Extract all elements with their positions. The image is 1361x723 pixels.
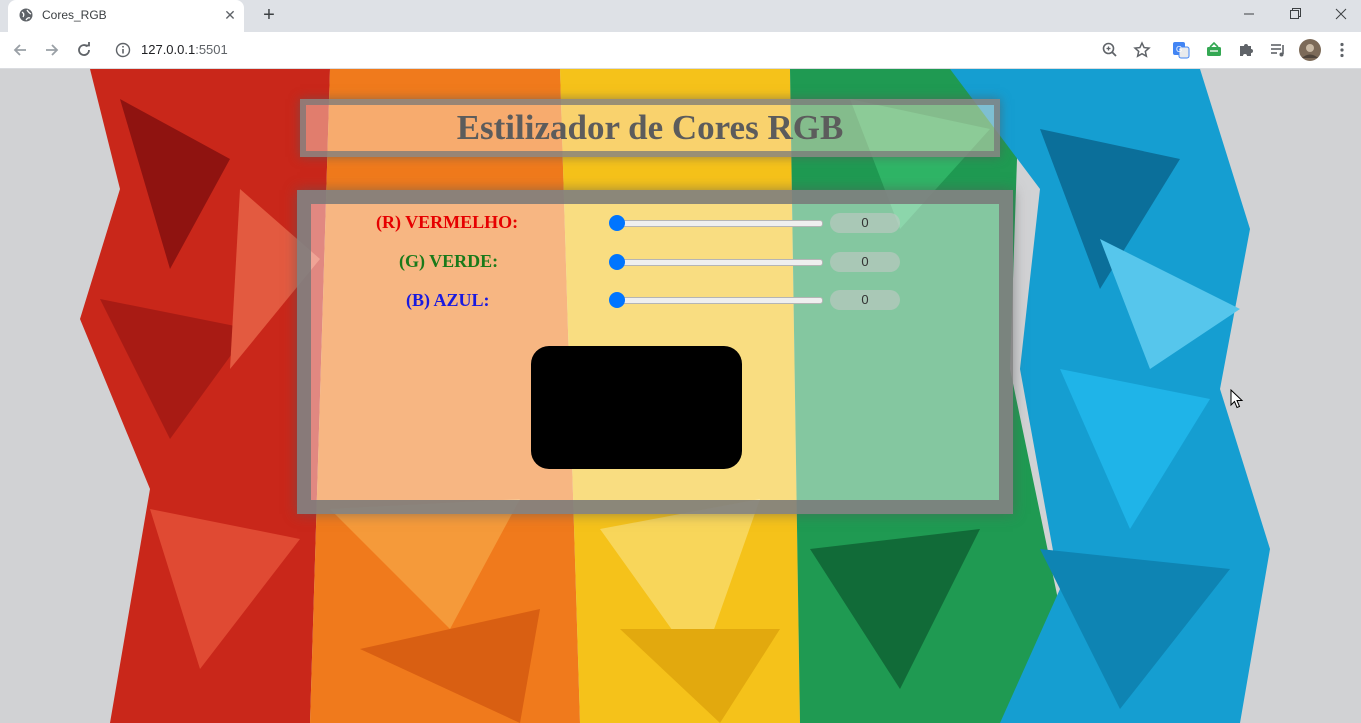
address-bar[interactable]: 127.0.0.1:5501 (104, 36, 1084, 64)
page-viewport: Estilizador de Cores RGB (R) VERMELHO: 0… (0, 69, 1361, 723)
blue-label: (B) AZUL: (406, 290, 490, 310)
avatar[interactable] (1299, 39, 1321, 61)
blue-slider[interactable] (609, 290, 823, 310)
blue-slider-track[interactable] (617, 297, 823, 304)
menu-icon[interactable] (1332, 40, 1352, 60)
red-value: 0 (830, 213, 900, 233)
browser-tab[interactable]: Cores_RGB ✕ (8, 0, 244, 32)
green-slider[interactable] (609, 252, 823, 272)
info-icon[interactable] (115, 42, 131, 58)
color-control-panel: (R) VERMELHO: 0 (G) VERDE: 0 (B) AZUL: 0 (297, 190, 1013, 514)
mouse-cursor-icon (1230, 389, 1244, 409)
green-value: 0 (830, 252, 900, 272)
reload-icon[interactable] (74, 40, 94, 60)
green-slider-thumb[interactable] (609, 254, 625, 270)
svg-text:G: G (1176, 45, 1182, 54)
media-icon[interactable] (1268, 40, 1288, 60)
zoom-icon[interactable] (1100, 40, 1120, 60)
red-label: (R) VERMELHO: (376, 212, 519, 232)
blue-value: 0 (830, 290, 900, 310)
title-box: Estilizador de Cores RGB (300, 99, 1000, 157)
globe-icon (19, 8, 33, 22)
tab-strip: Cores_RGB ✕ + (0, 0, 1361, 32)
red-slider-thumb[interactable] (609, 215, 625, 231)
tab-title: Cores_RGB (42, 8, 107, 22)
url-port: :5501 (195, 42, 228, 57)
extension-icon[interactable] (1204, 40, 1224, 60)
url-host: 127.0.0.1 (141, 42, 196, 57)
plus-icon[interactable]: + (258, 5, 280, 27)
red-slider[interactable] (609, 213, 823, 233)
star-icon[interactable] (1132, 40, 1152, 60)
color-preview-box (531, 346, 742, 469)
restore-icon[interactable] (1283, 4, 1307, 24)
minimize-icon[interactable] (1237, 4, 1261, 24)
browser-toolbar: 127.0.0.1:5501 G (0, 32, 1361, 69)
puzzle-icon[interactable] (1236, 40, 1256, 60)
green-slider-track[interactable] (617, 259, 823, 266)
blue-slider-thumb[interactable] (609, 292, 625, 308)
window-close-icon[interactable] (1329, 4, 1353, 24)
red-slider-track[interactable] (617, 220, 823, 227)
page-title: Estilizador de Cores RGB (456, 108, 844, 147)
back-icon[interactable] (10, 40, 30, 60)
green-label: (G) VERDE: (399, 251, 499, 271)
translate-icon[interactable]: G (1171, 40, 1191, 60)
url-text[interactable]: 127.0.0.1:5501 (141, 42, 228, 57)
forward-icon[interactable] (42, 40, 62, 60)
close-icon[interactable]: ✕ (221, 6, 239, 24)
